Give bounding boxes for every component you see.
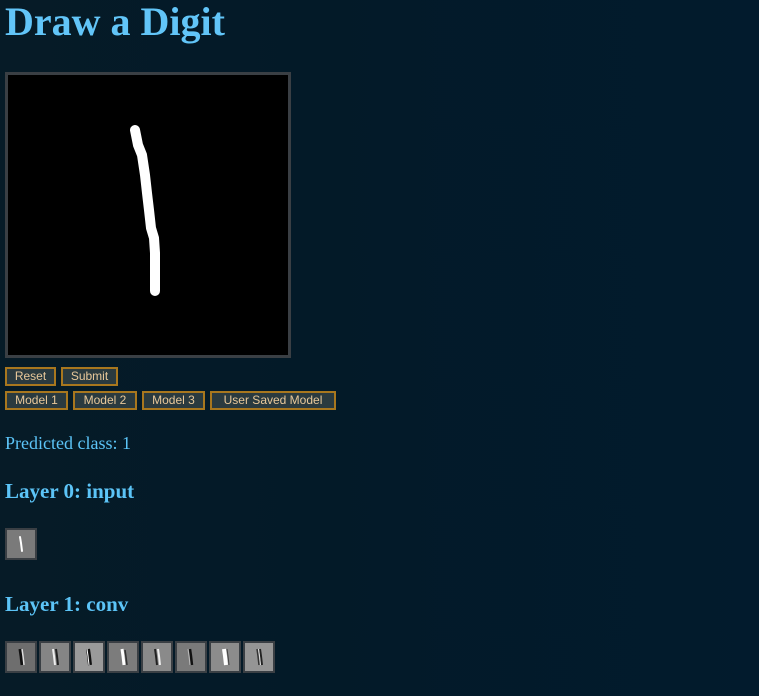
page: Draw a Digit Reset Submit Model 1 Model … bbox=[0, 0, 759, 696]
layer-1-feature-map bbox=[141, 641, 173, 673]
predicted-class: Predicted class: 1 bbox=[5, 433, 131, 453]
user-saved-model-button[interactable]: User Saved Model bbox=[210, 391, 336, 410]
layer-1-feature-map bbox=[175, 641, 207, 673]
page-title: Draw a Digit bbox=[5, 0, 225, 44]
layer-1-feature-map bbox=[209, 641, 241, 673]
model-1-button[interactable]: Model 1 bbox=[5, 391, 68, 410]
layer-1-title: Layer 1: conv bbox=[5, 592, 129, 616]
layer-1-feature-map bbox=[107, 641, 139, 673]
digit-stroke bbox=[130, 125, 160, 296]
layer-1-feature-map bbox=[39, 641, 71, 673]
layer-1-feature-map bbox=[5, 641, 37, 673]
drawing-canvas[interactable] bbox=[5, 72, 291, 358]
layer-1-feature-map bbox=[73, 641, 105, 673]
model-3-button[interactable]: Model 3 bbox=[142, 391, 205, 410]
model-2-button[interactable]: Model 2 bbox=[73, 391, 137, 410]
layer-1-feature-map bbox=[243, 641, 275, 673]
layer-0-title: Layer 0: input bbox=[5, 479, 135, 503]
submit-button[interactable]: Submit bbox=[61, 367, 118, 386]
reset-button[interactable]: Reset bbox=[5, 367, 56, 386]
layer-0-feature-map bbox=[5, 528, 37, 560]
